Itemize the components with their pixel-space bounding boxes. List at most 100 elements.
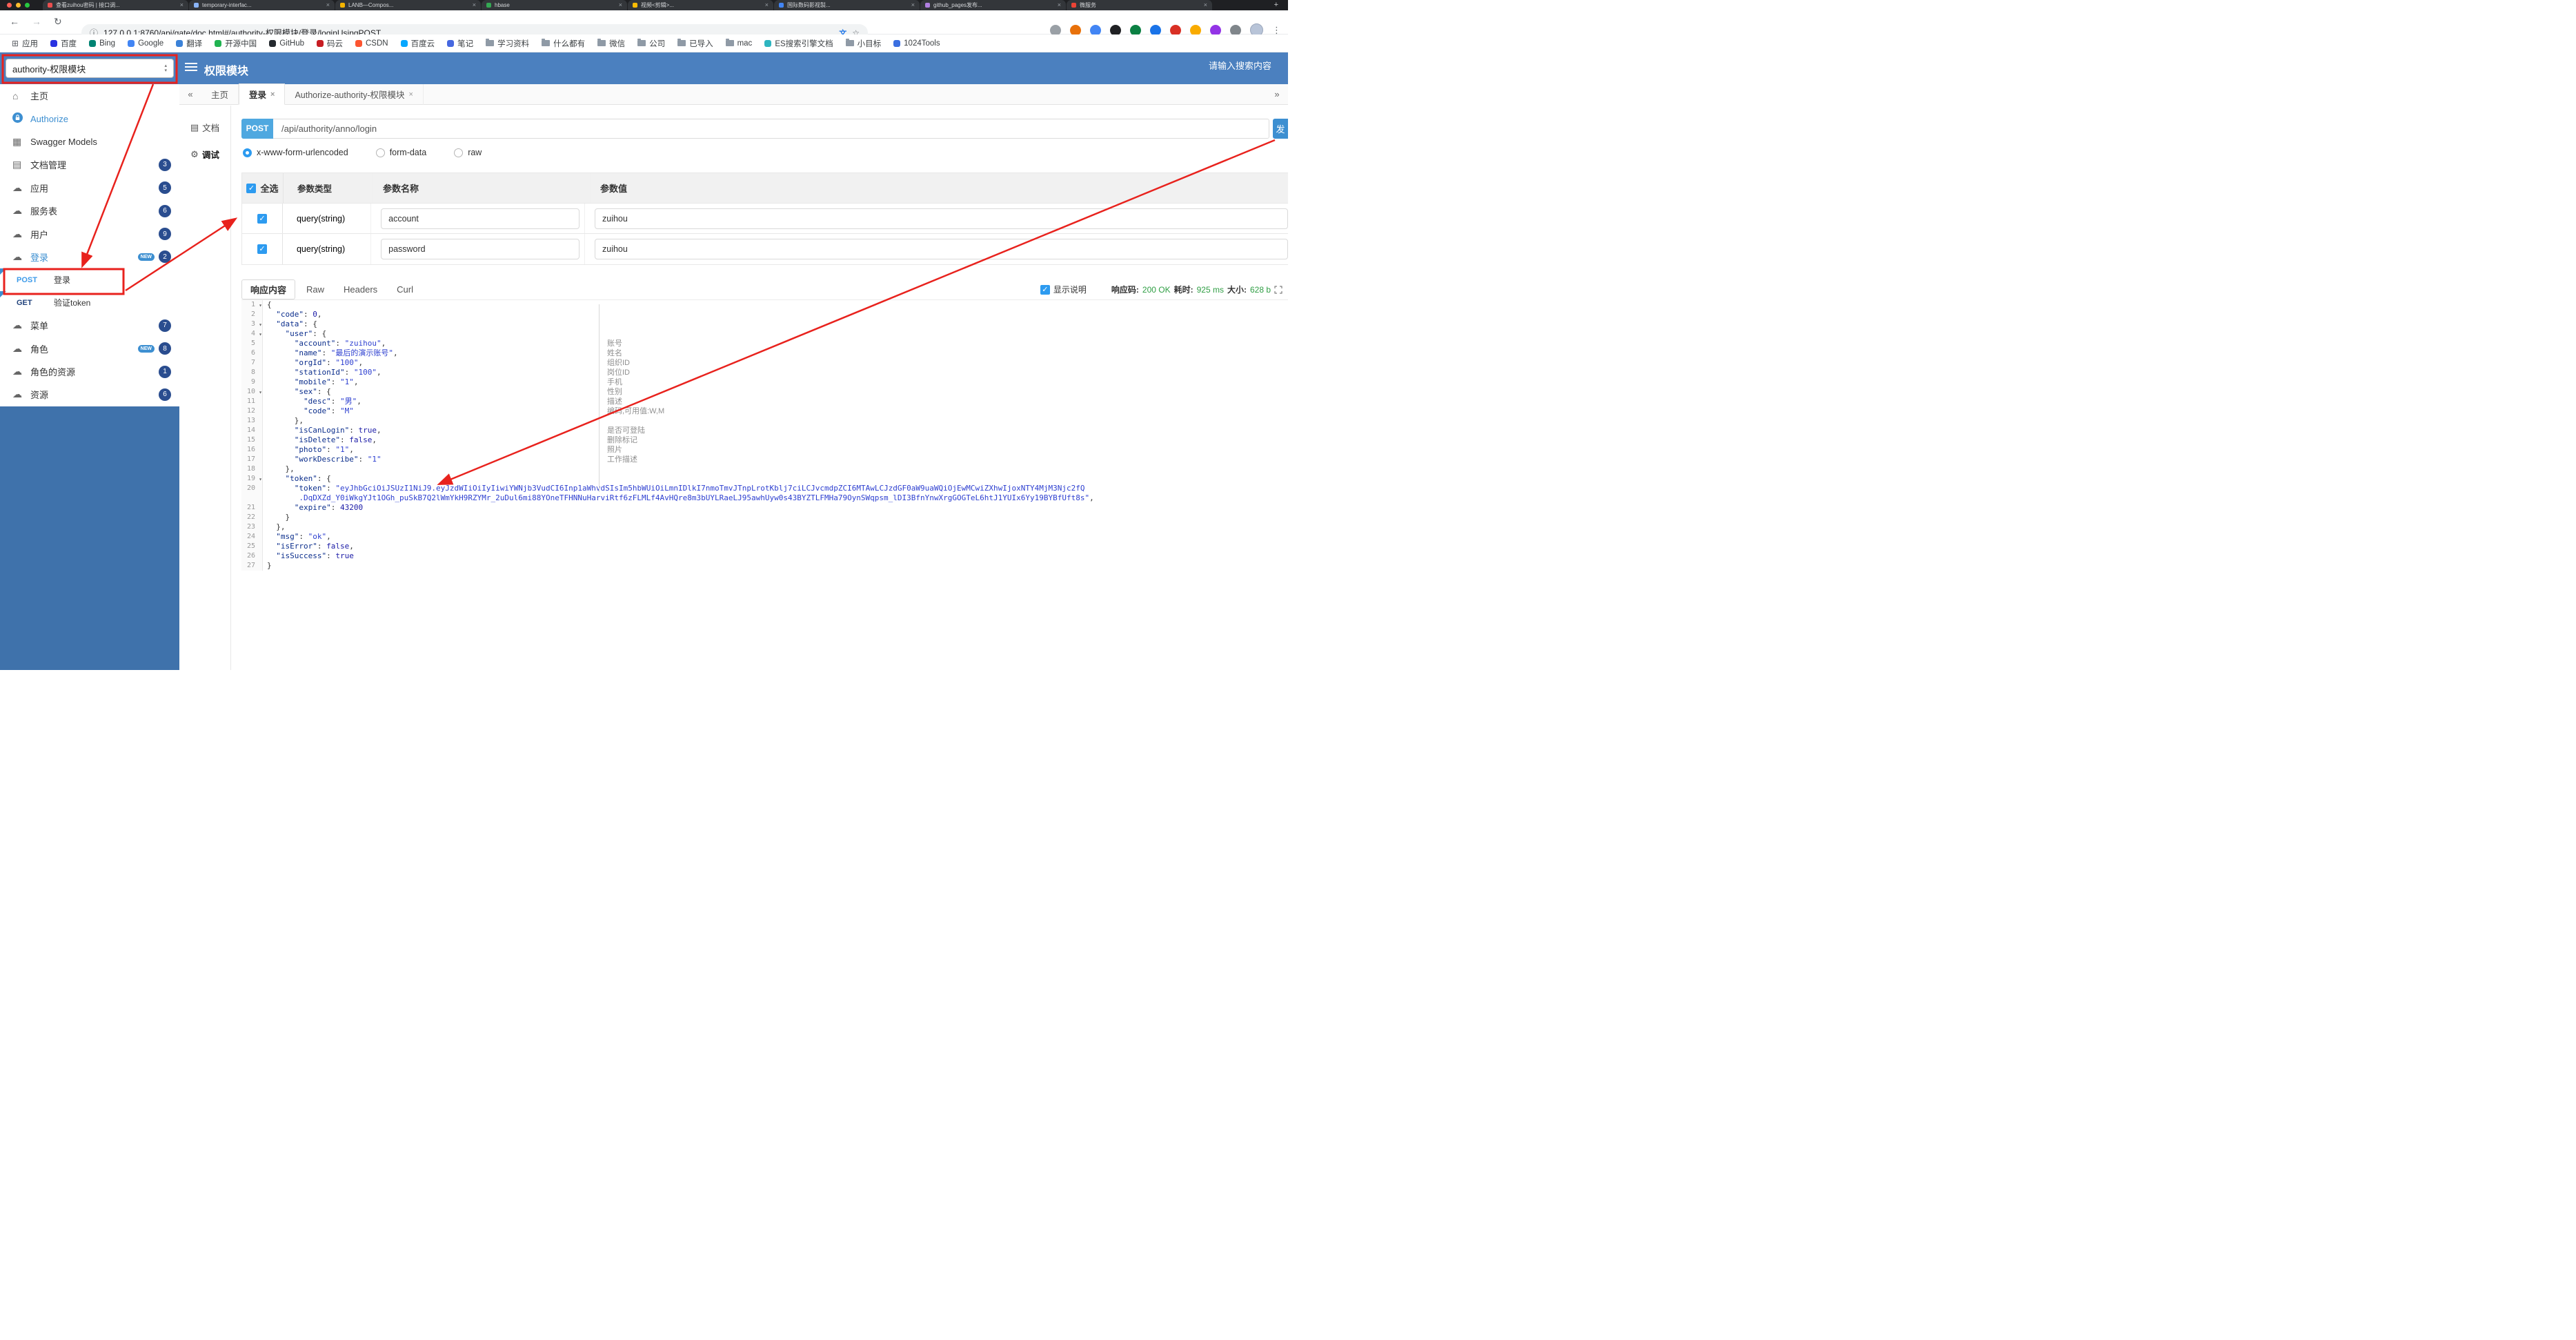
window-control-icon[interactable] xyxy=(7,3,12,8)
bookmark-item[interactable]: Google xyxy=(121,39,170,48)
sidebar-endpoint-item[interactable]: GET 验证token xyxy=(0,291,179,315)
tab-close-icon[interactable]: × xyxy=(765,2,769,8)
bookmark-item[interactable]: 百度云 xyxy=(395,38,442,49)
sidebar-item[interactable]: ☁ 角色 NEW 8 xyxy=(0,337,179,360)
search-input[interactable] xyxy=(1182,61,1271,71)
fullscreen-icon[interactable] xyxy=(1274,286,1282,294)
sidebar-item[interactable]: ▤ 文档管理 3 xyxy=(0,153,179,177)
bookmark-item[interactable]: Bing xyxy=(83,39,121,48)
menu-icon[interactable] xyxy=(185,63,197,73)
response-tab[interactable]: 响应内容 xyxy=(241,279,296,299)
doc-nav-doc[interactable]: ▤ 文档 xyxy=(179,114,230,141)
code-token: "account" xyxy=(294,339,336,348)
sidebar-endpoint-item[interactable]: POST 登录 xyxy=(0,268,179,292)
radio-icon[interactable] xyxy=(454,148,464,157)
tab-close-icon[interactable]: × xyxy=(409,90,413,99)
browser-tab[interactable]: 微服务 × xyxy=(1067,0,1213,10)
param-value-input[interactable] xyxy=(595,208,1288,229)
show-desc-checkbox[interactable]: ✓ xyxy=(1040,284,1050,295)
tabs-collapse-icon[interactable]: « xyxy=(179,89,201,99)
bookmark-item[interactable]: ⊞ 应用 xyxy=(6,38,44,49)
browser-tab[interactable]: 国际数码影视製... × xyxy=(774,0,920,10)
param-name-input[interactable] xyxy=(381,208,580,229)
tab-close-icon[interactable]: × xyxy=(911,2,915,8)
browser-tab[interactable]: 视频<剪辑>... × xyxy=(628,0,774,10)
content-tab[interactable]: Authorize-authority-权限模块 × xyxy=(285,83,424,105)
new-tab-button[interactable]: + xyxy=(1274,1,1278,9)
content-tab[interactable]: 主页 xyxy=(201,83,239,105)
bookmark-item[interactable]: 小目标 xyxy=(840,38,888,49)
forward-icon[interactable]: → xyxy=(32,16,41,27)
tab-close-icon[interactable]: × xyxy=(619,2,622,8)
tab-close-icon[interactable]: × xyxy=(1204,2,1207,8)
browser-tab[interactable]: LANB—Compos... × xyxy=(335,0,482,10)
content-tab[interactable]: 登录 × xyxy=(239,83,286,105)
bookmark-item[interactable]: 公司 xyxy=(631,38,671,49)
bookmark-item[interactable]: 码云 xyxy=(310,38,349,49)
doc-nav-debug[interactable]: ⚙ 调试 xyxy=(179,141,230,168)
tab-close-icon[interactable]: × xyxy=(180,2,184,8)
bookmark-item[interactable]: 已导入 xyxy=(671,38,720,49)
fold-marker-icon[interactable]: ▾ xyxy=(259,330,262,339)
send-button[interactable]: 发 xyxy=(1273,119,1288,139)
site-favicon-icon xyxy=(89,39,97,47)
bookmark-item[interactable]: 开源中国 xyxy=(208,38,263,49)
bookmark-item[interactable]: 翻译 xyxy=(170,38,208,49)
sidebar-item[interactable]: ☁ 应用 5 xyxy=(0,176,179,199)
row-checkbox[interactable]: ✓ xyxy=(257,213,267,224)
browser-tab[interactable]: 查看zuihou密码 | 接口调... × xyxy=(43,0,189,10)
tab-close-icon[interactable]: × xyxy=(270,90,275,99)
doc-icon: ▤ xyxy=(12,159,22,170)
bookmark-item[interactable]: CSDN xyxy=(349,39,395,48)
sidebar-item[interactable]: ▦ Swagger Models xyxy=(0,130,179,154)
bookmark-item[interactable]: 学习资料 xyxy=(479,38,535,49)
sidebar-item[interactable]: ☁ 用户 9 xyxy=(0,222,179,246)
tab-close-icon[interactable]: × xyxy=(326,2,330,8)
tab-close-icon[interactable]: × xyxy=(473,2,476,8)
bookmark-item[interactable]: mac xyxy=(720,39,759,48)
bookmark-item[interactable]: GitHub xyxy=(263,39,310,48)
tabs-expand-icon[interactable]: » xyxy=(1266,89,1288,99)
browser-tab[interactable]: github_pages发布... × xyxy=(920,0,1067,10)
fold-marker-icon[interactable]: ▾ xyxy=(259,320,262,330)
response-tab[interactable]: Headers xyxy=(335,282,386,297)
sidebar-item[interactable]: ☁ 服务表 6 xyxy=(0,199,179,223)
sidebar-item[interactable]: ☁ 角色的资源 1 xyxy=(0,359,179,384)
bookmark-item[interactable]: 1024Tools xyxy=(887,39,946,48)
bookmark-item[interactable]: 笔记 xyxy=(441,38,479,49)
fold-marker-icon[interactable]: ▾ xyxy=(259,301,262,311)
sidebar-item[interactable]: Authorize xyxy=(0,107,179,130)
browser-tab[interactable]: temporary-interfac... × xyxy=(189,0,335,10)
radio-selected-icon[interactable] xyxy=(243,148,252,157)
sidebar-item[interactable]: ☁ 登录 NEW 2 xyxy=(0,245,179,269)
body-type-form-data[interactable]: form-data xyxy=(375,148,426,157)
body-type-raw[interactable]: raw xyxy=(454,148,482,157)
response-body: 1 ▾{2 "code": 0, 3 ▾ "data": {4 ▾ "user": {5… xyxy=(241,300,1288,670)
window-control-icon[interactable] xyxy=(16,3,21,8)
response-tab[interactable]: Curl xyxy=(388,282,422,297)
radio-icon[interactable] xyxy=(375,148,385,157)
param-value-input[interactable] xyxy=(595,239,1288,259)
sidebar-item[interactable]: ⌂ 主页 xyxy=(0,84,179,108)
sidebar-item[interactable]: ☁ 菜单 7 xyxy=(0,314,179,337)
sidebar-item[interactable]: ☁ 资源 6 xyxy=(0,383,179,406)
reload-icon[interactable]: ↻ xyxy=(54,16,62,28)
tab-close-icon[interactable]: × xyxy=(1058,2,1061,8)
select-all-checkbox[interactable]: ✓ xyxy=(246,183,257,193)
back-icon[interactable]: ← xyxy=(10,16,19,27)
bookmark-item[interactable]: ES搜索引擎文档 xyxy=(758,38,839,49)
body-type-urlencoded[interactable]: x-www-form-urlencoded xyxy=(243,148,348,157)
bookmark-item[interactable]: 什么都有 xyxy=(535,38,591,49)
fold-marker-icon[interactable]: ▾ xyxy=(259,475,262,484)
row-checkbox[interactable]: ✓ xyxy=(257,244,267,254)
fold-marker-icon[interactable]: ▾ xyxy=(259,388,262,397)
param-name-input[interactable] xyxy=(381,239,580,259)
response-tab[interactable]: Raw xyxy=(298,282,333,297)
browser-tab[interactable]: hbase × xyxy=(482,0,628,10)
modified-flag-icon xyxy=(0,291,6,298)
bookmark-item[interactable]: 微信 xyxy=(591,38,631,49)
bookmark-item[interactable]: 百度 xyxy=(44,38,83,49)
module-select[interactable]: authority-权限模块 ▴ ▾ xyxy=(6,59,174,78)
window-control-icon[interactable] xyxy=(25,3,30,8)
